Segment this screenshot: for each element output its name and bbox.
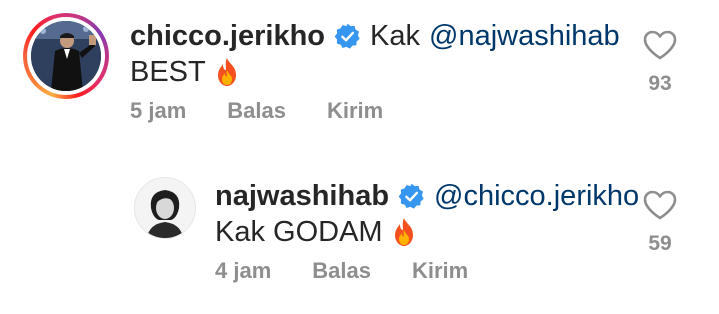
mention-link[interactable]: @najwashihab xyxy=(429,20,620,52)
comment-text: Kak GODAM xyxy=(215,216,383,248)
comment-time: 5 jam xyxy=(130,98,187,123)
like-count: 93 xyxy=(648,72,672,95)
like-count: 59 xyxy=(648,232,672,255)
send-button[interactable]: Kirim xyxy=(327,98,383,124)
reply-button[interactable]: Balas xyxy=(312,258,371,284)
comment-item: chicco.jerikho Kak @najwashihab BEST 5 j… xyxy=(0,0,719,150)
heart-icon[interactable] xyxy=(643,30,677,60)
verified-badge-icon xyxy=(334,23,360,49)
comment-prefix: Kak xyxy=(370,20,420,52)
send-button[interactable]: Kirim xyxy=(412,258,468,284)
fire-icon xyxy=(217,58,236,86)
avatar[interactable] xyxy=(134,177,196,239)
mention-link[interactable]: @chicco.jerikho xyxy=(434,180,639,212)
verified-badge-icon xyxy=(398,183,424,209)
comment-username[interactable]: najwashihab xyxy=(215,180,389,212)
reply-button[interactable]: Balas xyxy=(227,98,286,124)
reply-item: najwashihab @chicco.jerikho Kak GODAM 4 … xyxy=(0,160,719,310)
story-ring[interactable] xyxy=(23,13,109,99)
comment-username[interactable]: chicco.jerikho xyxy=(130,20,325,52)
comment-text: BEST xyxy=(130,56,206,88)
comment-time: 4 jam xyxy=(215,258,272,283)
heart-icon[interactable] xyxy=(643,190,677,220)
avatar[interactable] xyxy=(31,21,101,91)
fire-icon xyxy=(394,218,413,246)
